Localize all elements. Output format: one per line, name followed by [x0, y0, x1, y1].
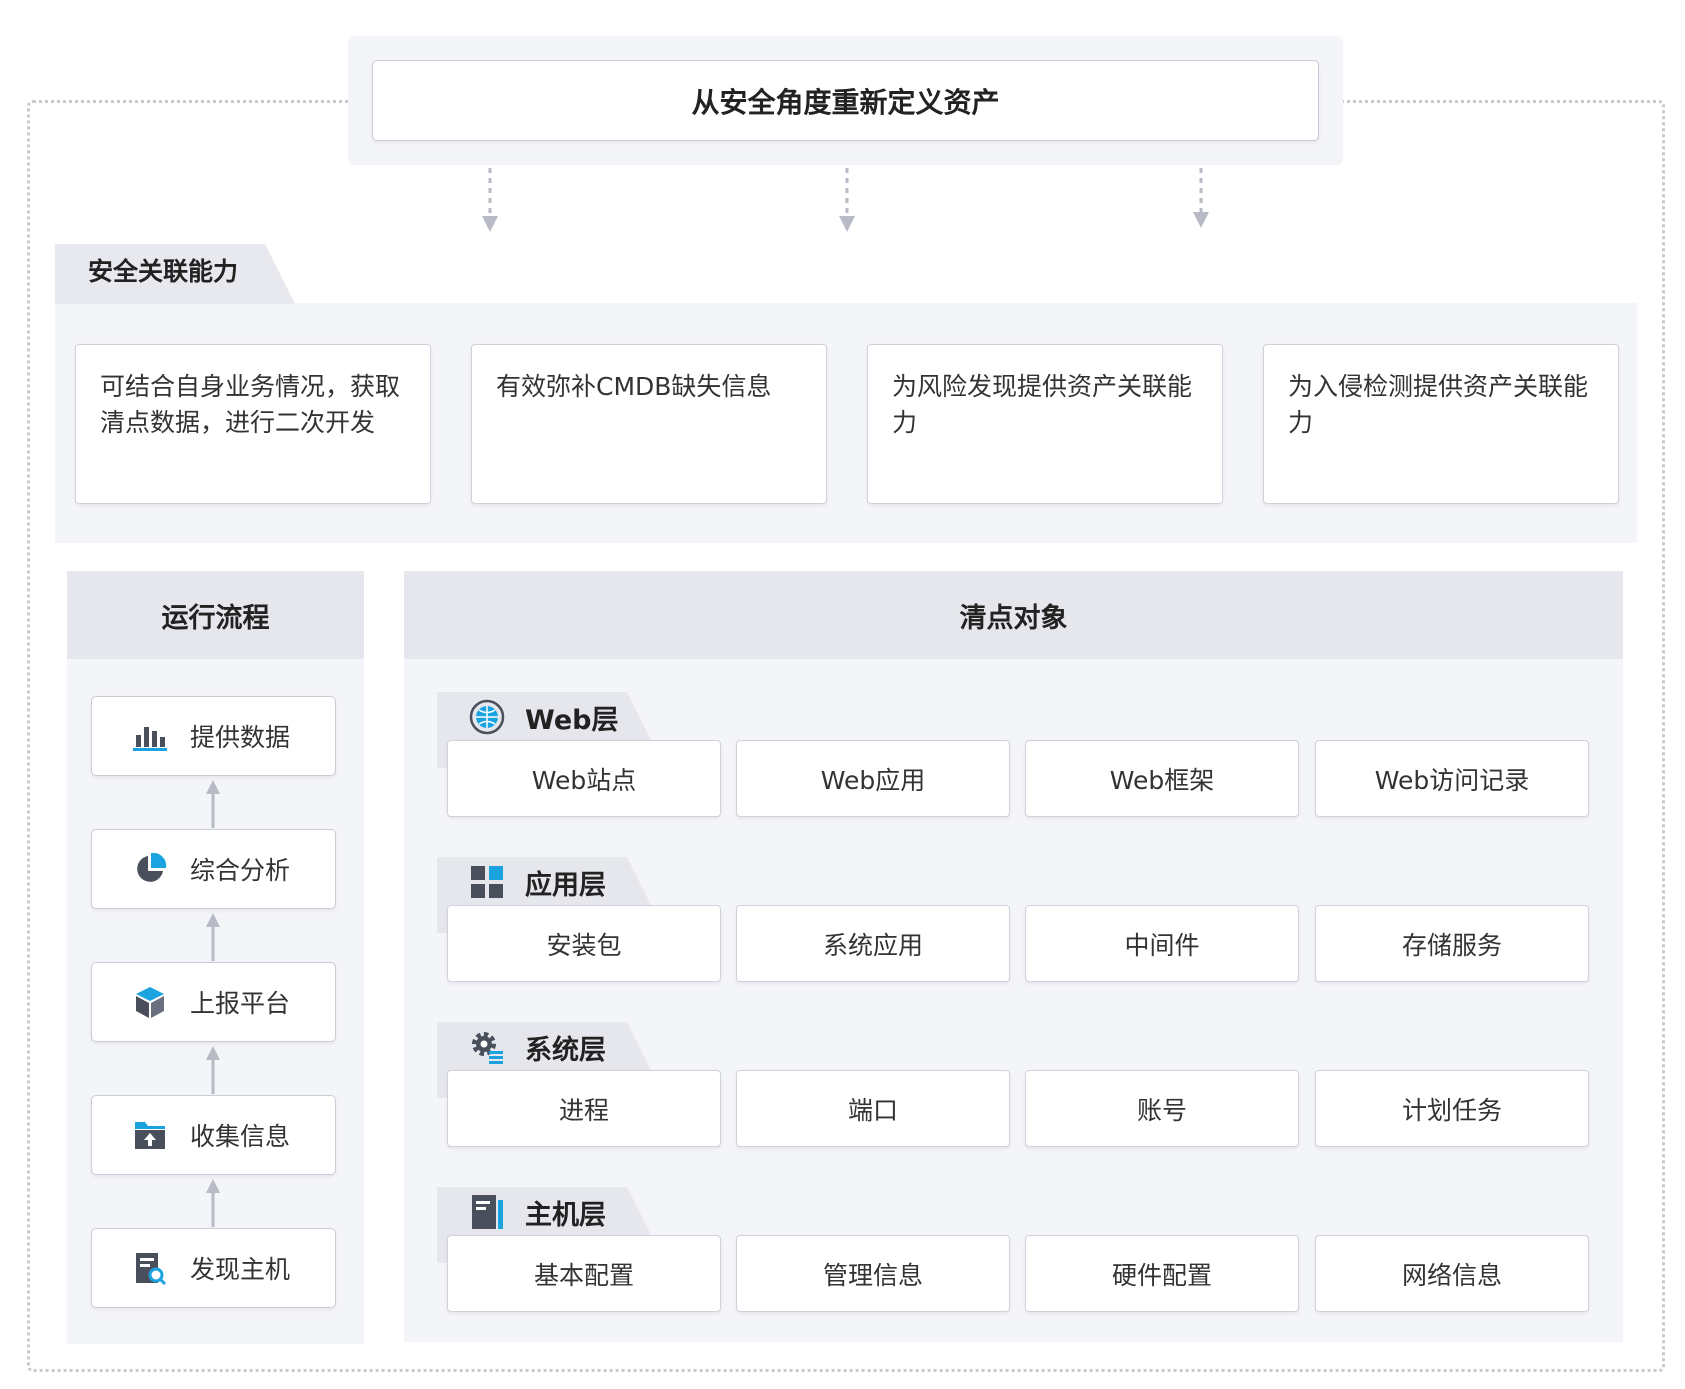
- host-search-icon: [130, 1250, 170, 1286]
- capability-card: 有效弥补CMDB缺失信息: [471, 344, 827, 504]
- layer-name: 应用层: [525, 869, 606, 901]
- layer-name: 主机层: [525, 1199, 606, 1231]
- layer-name: 系统层: [525, 1034, 606, 1066]
- arrow-up-4: [206, 1179, 220, 1227]
- object-item: 安装包: [447, 905, 721, 982]
- object-item: 硬件配置: [1025, 1235, 1299, 1312]
- object-item: 端口: [736, 1070, 1010, 1147]
- flow-step: 提供数据: [91, 696, 336, 776]
- objects-title: 清点对象: [404, 571, 1623, 659]
- object-item: 管理信息: [736, 1235, 1010, 1312]
- layer-name: Web层: [525, 704, 619, 736]
- object-item: 网络信息: [1315, 1235, 1589, 1312]
- layer-tab: 应用层: [437, 857, 652, 907]
- flow-step-label: 上报平台: [190, 989, 291, 1018]
- object-item: Web站点: [447, 740, 721, 817]
- arrow-down-3: [1193, 168, 1209, 228]
- object-item: 进程: [447, 1070, 721, 1147]
- arrow-up-3: [206, 1046, 220, 1094]
- flow-step: 发现主机: [91, 1228, 336, 1308]
- layer-tab: 系统层: [437, 1022, 652, 1072]
- pie-chart-icon: [130, 851, 170, 887]
- arrow-up-2: [206, 913, 220, 961]
- flow-step: 上报平台: [91, 962, 336, 1042]
- flow-step: 综合分析: [91, 829, 336, 909]
- flow-step-label: 发现主机: [190, 1255, 291, 1284]
- flow-title: 运行流程: [67, 571, 364, 659]
- top-title-box: 从安全角度重新定义资产: [372, 60, 1319, 141]
- object-item: 计划任务: [1315, 1070, 1589, 1147]
- object-item: 中间件: [1025, 905, 1299, 982]
- object-item: 存储服务: [1315, 905, 1589, 982]
- gear-icon: [467, 1027, 507, 1067]
- grid-icon: [467, 862, 507, 902]
- arrow-down-1: [482, 168, 498, 232]
- object-item: Web应用: [736, 740, 1010, 817]
- capability-title: 安全关联能力: [55, 244, 295, 304]
- globe-icon: [467, 697, 507, 737]
- object-item: Web框架: [1025, 740, 1299, 817]
- folder-upload-icon: [130, 1117, 170, 1153]
- arrow-up-1: [206, 780, 220, 828]
- arrow-down-2: [839, 168, 855, 232]
- flow-step-label: 提供数据: [190, 723, 291, 752]
- flow-step: 收集信息: [91, 1095, 336, 1175]
- layer-tab: 主机层: [437, 1187, 652, 1237]
- capability-card: 为风险发现提供资产关联能力: [867, 344, 1223, 504]
- top-title: 从安全角度重新定义资产: [691, 85, 1000, 119]
- flow-step-label: 综合分析: [190, 856, 291, 885]
- flow-step-label: 收集信息: [190, 1122, 291, 1151]
- capability-card: 为入侵检测提供资产关联能力: [1263, 344, 1619, 504]
- capability-card: 可结合自身业务情况，获取清点数据，进行二次开发: [75, 344, 431, 504]
- server-icon: [467, 1192, 507, 1232]
- cube-icon: [130, 984, 170, 1020]
- object-item: 账号: [1025, 1070, 1299, 1147]
- object-item: 系统应用: [736, 905, 1010, 982]
- object-item: 基本配置: [447, 1235, 721, 1312]
- layer-tab: Web层: [437, 692, 652, 742]
- object-item: Web访问记录: [1315, 740, 1589, 817]
- bar-chart-icon: [130, 718, 170, 754]
